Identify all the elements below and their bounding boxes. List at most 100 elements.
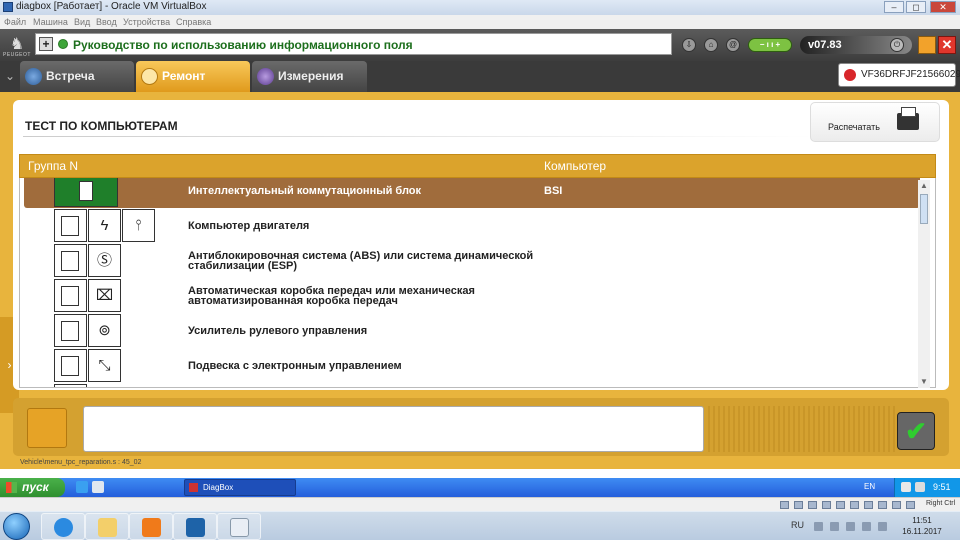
home-icon[interactable]: ⌂ — [704, 38, 718, 52]
shared-folder-icon[interactable] — [822, 501, 831, 509]
diagbox-minimize-button[interactable] — [918, 36, 936, 54]
windows-start-orb-icon[interactable] — [3, 513, 30, 540]
status-dot-icon — [58, 39, 68, 49]
ie-quicklaunch-icon[interactable] — [76, 481, 88, 493]
table-row[interactable]: ϟ ⫯ Компьютер двигателя — [24, 208, 920, 243]
vin-display[interactable]: VF36DRFJF21566029 — [838, 63, 960, 87]
download-icon[interactable]: ⇩ — [682, 38, 696, 52]
taskbar-document[interactable] — [217, 513, 261, 540]
communication-status-icon[interactable]: − ı ı + — [748, 38, 792, 52]
waveform-icon — [257, 68, 274, 85]
host-language-indicator[interactable]: RU — [791, 520, 804, 530]
meeting-icon — [25, 68, 42, 85]
document-icon — [230, 518, 249, 537]
tab-repair-label: Ремонт — [162, 69, 206, 83]
mouse-integration-icon[interactable] — [892, 501, 901, 509]
ecu-chip-icon — [54, 349, 87, 382]
chip-inner — [61, 251, 79, 271]
cpu-status-icon[interactable] — [878, 501, 887, 509]
desktop-quicklaunch-icon[interactable] — [92, 481, 104, 493]
host-clock[interactable]: 11:51 16.11.2017 — [898, 515, 946, 537]
keyboard-status-icon[interactable] — [906, 501, 915, 509]
scroll-down-icon[interactable]: ▼ — [918, 376, 930, 388]
tray-network-icon[interactable] — [846, 522, 855, 531]
expand-plus-icon[interactable]: + — [39, 37, 53, 51]
computer-grid: Интеллектуальный коммутационный блок BSI… — [19, 178, 936, 388]
message-field — [83, 406, 704, 452]
taskbar-diagbox-button[interactable]: DiagBox — [184, 479, 296, 496]
host-key-label: Right Ctrl — [926, 500, 956, 507]
start-label: пуск — [22, 480, 49, 494]
taskbar-virtualbox[interactable] — [173, 513, 217, 540]
media-player-icon — [142, 518, 161, 537]
video-capture-icon[interactable] — [864, 501, 873, 509]
table-row[interactable] — [24, 383, 920, 387]
lightning-icon: ϟ — [88, 209, 121, 242]
scroll-thumb[interactable] — [920, 194, 928, 224]
guest-clock: 9:51 — [933, 482, 951, 492]
menu-devices[interactable]: Устройства — [123, 17, 170, 27]
tray-volume-icon[interactable] — [878, 522, 887, 531]
taskbar-media-player[interactable] — [129, 513, 173, 540]
grid-scrollbar[interactable]: ▲ ▼ — [918, 180, 930, 388]
usb-status-icon[interactable] — [808, 501, 817, 509]
print-button[interactable]: Распечатать — [810, 102, 940, 142]
volume-icon[interactable] — [915, 482, 925, 492]
menu-input[interactable]: Ввод — [96, 17, 117, 27]
menu-machine[interactable]: Машина — [33, 17, 68, 27]
ecu-chip-icon — [54, 209, 87, 242]
virtualbox-icon — [186, 518, 205, 537]
info-headline: + Руководство по использованию информаци… — [35, 33, 672, 55]
display-status-icon[interactable] — [836, 501, 845, 509]
tab-repair[interactable]: Ремонт — [136, 61, 250, 92]
taskbar-ie[interactable] — [41, 513, 85, 540]
power-icon[interactable]: ⏻ — [890, 38, 904, 52]
chip-inner — [61, 216, 79, 236]
tab-measurements[interactable]: Измерения — [252, 61, 367, 92]
table-row[interactable]: ⊚ Усилитель рулевого управления — [24, 313, 920, 348]
tray-power-icon[interactable] — [862, 522, 871, 531]
network-status-icon[interactable] — [850, 501, 859, 509]
vehicle-power-icon — [844, 69, 856, 81]
diagbox-close-button[interactable]: ✕ — [938, 36, 956, 54]
maximize-button[interactable]: ◻ — [906, 1, 926, 13]
minimize-button[interactable]: – — [884, 1, 904, 13]
ie-icon — [54, 518, 73, 537]
guest-language-indicator[interactable]: EN — [864, 482, 875, 491]
menu-help[interactable]: Справка — [176, 17, 211, 27]
host-taskbar: RU 11:51 16.11.2017 — [0, 511, 960, 540]
menu-path: Vehicle\menu_tpc_reparation.s : 45_02 — [0, 456, 960, 469]
suspension-glyph: ⤡ — [98, 357, 111, 374]
menu-view[interactable]: Вид — [74, 17, 90, 27]
start-button[interactable]: пуск — [0, 478, 65, 497]
task-label: DiagBox — [203, 483, 234, 492]
ecu-chip-icon — [54, 279, 87, 312]
windows-flag-icon — [6, 482, 17, 493]
taskbar-explorer[interactable] — [85, 513, 129, 540]
guest-system-tray: 9:51 — [894, 478, 960, 497]
table-row[interactable]: Интеллектуальный коммутационный блок BSI — [24, 178, 920, 208]
scroll-up-icon[interactable]: ▲ — [918, 180, 930, 192]
tray-flag-icon[interactable] — [830, 522, 839, 531]
tray-icon[interactable] — [901, 482, 911, 492]
row-name: Антиблокировочная система (ABS) или сист… — [188, 250, 534, 272]
steering-wheel-icon: ⊚ — [88, 314, 121, 347]
menu-file[interactable]: Файл — [4, 17, 26, 27]
bsi-unit-inner — [79, 181, 93, 201]
chevron-down-icon[interactable]: ⌄ — [0, 61, 20, 92]
optical-status-icon[interactable] — [794, 501, 803, 509]
table-row[interactable]: Ⓢ Антиблокировочная система (ABS) или си… — [24, 243, 920, 278]
at-mail-icon[interactable]: @ — [726, 38, 740, 52]
screen: diagbox [Работает] - Oracle VM VirtualBo… — [0, 0, 960, 540]
row-computer: BSI — [544, 185, 563, 197]
close-window-button[interactable]: ✕ — [930, 1, 956, 13]
hdd-status-icon[interactable] — [780, 501, 789, 509]
table-row[interactable]: ⤡ Подвеска с электронным управлением — [24, 348, 920, 383]
row-name: Компьютер двигателя — [188, 220, 310, 232]
tray-arrow-icon[interactable] — [814, 522, 823, 531]
table-row[interactable]: ⌧ Автоматическая коробка передач или мех… — [24, 278, 920, 313]
tab-meeting[interactable]: Встреча — [20, 61, 134, 92]
virtualbox-menu-bar: Файл Машина Вид Ввод Устройства Справка — [0, 15, 960, 29]
grid-header: Группа N Компьютер — [19, 154, 936, 178]
validate-checkmark-button[interactable]: ✔ — [897, 412, 935, 450]
